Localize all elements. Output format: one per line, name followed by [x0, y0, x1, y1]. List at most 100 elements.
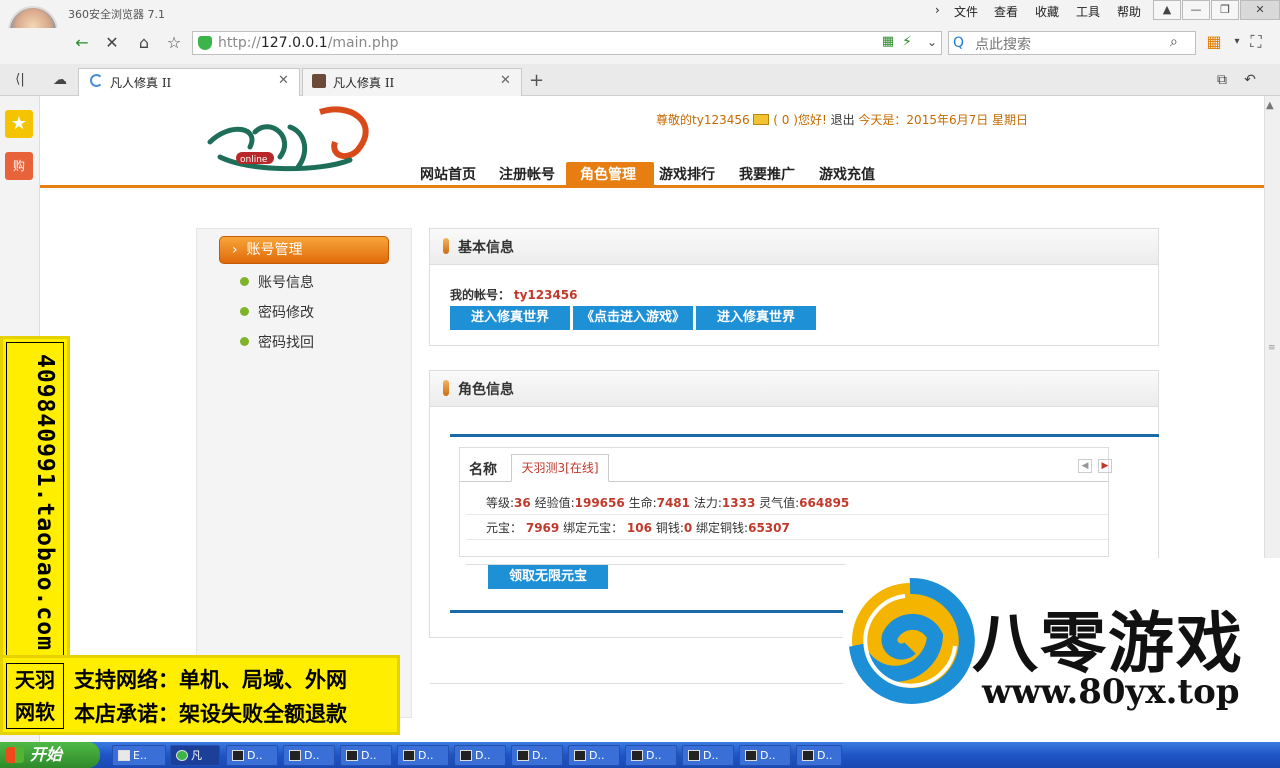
nav-recharge[interactable]: 游戏充值	[819, 164, 875, 184]
nav-home[interactable]: 网站首页	[420, 164, 476, 184]
scroll-up-icon[interactable]: ▲	[1266, 100, 1274, 111]
chevron-right-icon: ›	[232, 242, 238, 258]
console-icon	[232, 750, 244, 761]
tab-close-icon[interactable]: ✕	[500, 73, 511, 88]
restore-tabs-icon[interactable]: ⧉	[1210, 70, 1234, 90]
ad-brand: 天羽 网软	[6, 663, 64, 729]
nav-divider	[40, 185, 1264, 188]
ad-taobao-url: 409840991.taobao.com	[32, 354, 58, 651]
tab-close-icon[interactable]: ✕	[278, 73, 289, 88]
sidebar-item-account-info[interactable]: 账号信息	[258, 272, 314, 292]
bullet-icon	[240, 337, 249, 346]
enter-world-button[interactable]: 进入修真世界	[450, 306, 570, 330]
apps-grid-icon[interactable]: ▦	[1202, 32, 1226, 52]
claim-gold-button[interactable]: 领取无限元宝	[488, 565, 608, 589]
sidebar-item-change-password[interactable]: 密码修改	[258, 302, 314, 322]
explorer-icon	[118, 750, 130, 761]
stats-row-1: 等级:36 经验值:199656 生命:7481 法力:1333 灵气值:664…	[486, 496, 850, 510]
enter-game-button[interactable]: 《点击进入游戏》	[573, 306, 693, 330]
windows-logo-icon	[6, 747, 24, 763]
console-icon	[574, 750, 586, 761]
back-icon[interactable]: ←	[70, 33, 94, 53]
url-text[interactable]: http://127.0.0.1/main.php	[218, 35, 398, 51]
nav-promote[interactable]: 我要推广	[739, 164, 795, 184]
role-info-header	[430, 371, 1158, 407]
home-icon[interactable]: ⌂	[132, 33, 156, 53]
mail-icon[interactable]	[753, 114, 770, 125]
user-greeting: 尊敬的ty123456 ( 0 )您好! 退出 今天是：2015年6月7日 星期…	[656, 113, 1029, 127]
watermark-swirl-icon	[849, 577, 975, 704]
tab-label[interactable]: 凡人修真 II	[333, 74, 394, 91]
account-management-header[interactable]: › 账号管理	[219, 236, 389, 264]
console-icon	[802, 750, 814, 761]
section-marker-icon	[443, 238, 449, 254]
console-icon	[631, 750, 643, 761]
basic-info-header	[430, 229, 1158, 265]
security-shield-icon[interactable]	[198, 36, 212, 50]
role-name-label: 名称	[469, 462, 497, 478]
console-icon	[745, 750, 757, 761]
favorites-star-icon[interactable]: ★	[5, 110, 33, 138]
site-favicon-icon	[312, 74, 326, 88]
ad-refund-promise: 本店承诺：架设失败全额退款	[74, 702, 347, 726]
console-icon	[403, 750, 415, 761]
svg-text:online: online	[240, 155, 268, 165]
maximize-button[interactable]: ❐	[1211, 0, 1239, 20]
fullscreen-icon[interactable]: ⛶	[1244, 32, 1268, 52]
row-divider	[466, 539, 1108, 540]
console-icon	[688, 750, 700, 761]
bullet-icon	[240, 277, 249, 286]
nav-character-management[interactable]: 角色管理	[580, 164, 636, 184]
search-placeholder: 点此搜索	[975, 37, 1031, 53]
nav-register[interactable]: 注册帐号	[499, 164, 555, 184]
undo-close-icon[interactable]: ↶	[1238, 70, 1262, 90]
loading-spinner-icon	[90, 74, 103, 87]
menu-view[interactable]: 查看	[994, 3, 1018, 20]
prev-role-icon[interactable]: ◀	[1078, 459, 1092, 473]
row-divider	[466, 514, 1108, 515]
logout-link[interactable]: 退出	[831, 113, 855, 127]
sidebar-item-recover-password[interactable]: 密码找回	[258, 332, 314, 352]
next-role-icon[interactable]: ▶	[1098, 459, 1112, 473]
divider-top	[450, 434, 1159, 437]
stats-row-2: 元宝： 7969 绑定元宝： 106 铜钱:0 绑定铜钱:65307	[486, 521, 790, 535]
role-info-title: 角色信息	[458, 382, 514, 398]
menu-file[interactable]: 文件	[954, 3, 978, 20]
console-icon	[517, 750, 529, 761]
stop-icon[interactable]: ✕	[100, 33, 124, 53]
menu-expand-icon[interactable]: ›	[935, 3, 940, 17]
enter-world-button-2[interactable]: 进入修真世界	[696, 306, 816, 330]
shopping-icon[interactable]: 购	[5, 152, 33, 180]
menu-favorites[interactable]: 收藏	[1035, 3, 1059, 20]
console-icon	[346, 750, 358, 761]
star-favorite-icon[interactable]: ☆	[162, 33, 186, 53]
console-icon	[289, 750, 301, 761]
search-icon[interactable]: ⌕	[1170, 34, 1178, 50]
sidebar-toggle-icon[interactable]: ⟨|	[8, 70, 32, 90]
search-engine-icon[interactable]: Q	[953, 35, 964, 51]
app-title: 360安全浏览器 7.1	[68, 8, 165, 21]
bullet-icon	[240, 307, 249, 316]
basic-info-title: 基本信息	[458, 240, 514, 256]
new-tab-button[interactable]: +	[529, 70, 544, 91]
console-icon	[460, 750, 472, 761]
close-window-button[interactable]: ✕	[1240, 0, 1280, 20]
tab-label[interactable]: 凡人修真 II	[110, 74, 171, 91]
scroll-grip-icon[interactable]: ≡	[1268, 343, 1276, 353]
sidebar-heading-label: 账号管理	[246, 242, 303, 258]
nav-rankings[interactable]: 游戏排行	[659, 164, 715, 184]
section-marker-icon	[443, 380, 449, 396]
ad-network-support: 支持网络：单机、局域、外网	[74, 668, 347, 692]
cloud-icon[interactable]: ☁	[48, 70, 72, 90]
game-logo[interactable]: online	[200, 102, 380, 182]
url-dropdown-icon[interactable]: ⌄	[920, 32, 944, 52]
menu-help[interactable]: 帮助	[1117, 3, 1141, 20]
account-line: 我的帐号： ty123456	[450, 288, 578, 302]
skin-icon[interactable]: ▲	[1153, 0, 1181, 20]
watermark-url: www.80yx.top	[982, 672, 1240, 712]
browser-360-icon	[176, 750, 188, 761]
minimize-button[interactable]: —	[1182, 0, 1210, 20]
role-tab[interactable]: 天羽测3[在线]	[511, 454, 609, 482]
speed-mode-icon[interactable]: ⚡	[895, 32, 919, 52]
menu-tools[interactable]: 工具	[1076, 3, 1100, 20]
